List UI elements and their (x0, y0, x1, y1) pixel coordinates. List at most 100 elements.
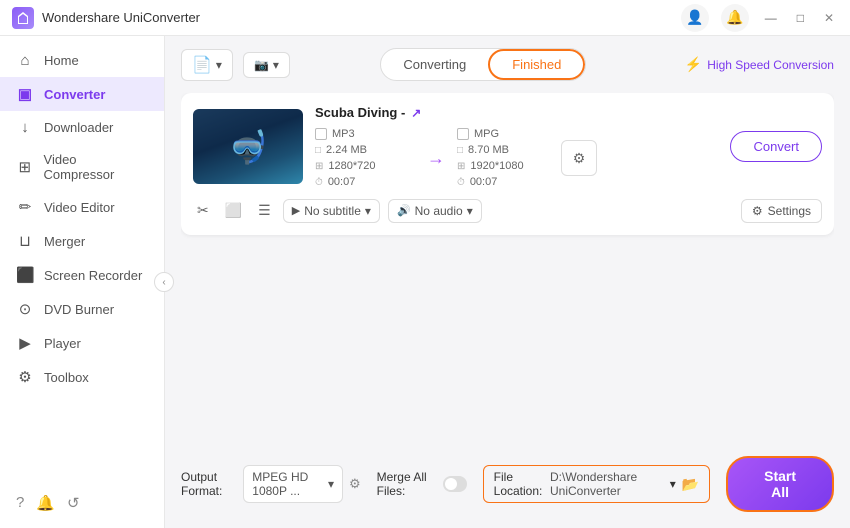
sidebar-item-downloader[interactable]: ↓ Downloader (0, 111, 164, 144)
snapshot-icon: 📷 (254, 58, 269, 72)
high-speed-conversion-button[interactable]: ⚡ High Speed Conversion (685, 56, 834, 73)
sidebar-item-converter[interactable]: ▣ Converter (0, 77, 164, 111)
toolbox-icon: ⚙ (16, 368, 34, 386)
subtitle-chevron: ▾ (365, 204, 371, 218)
sidebar-item-screen-recorder[interactable]: ⬛ Screen Recorder (0, 258, 164, 292)
compressor-icon: ⊞ (16, 158, 34, 176)
video-thumbnail: 🤿 (193, 109, 303, 184)
sidebar-label-dvd: DVD Burner (44, 302, 114, 317)
recorder-icon: ⬛ (16, 266, 34, 284)
merge-files-container: Merge All Files: (377, 470, 467, 498)
bottom-bar: Output Format: MPEG HD 1080P ... ▾ ⚙ Mer… (181, 446, 834, 516)
user-icon[interactable]: 👤 (681, 4, 709, 32)
downloader-icon: ↓ (16, 119, 34, 136)
sidebar-item-toolbox[interactable]: ⚙ Toolbox (0, 360, 164, 394)
crop-icon[interactable]: ⬜ (221, 198, 246, 223)
sidebar-label-toolbox: Toolbox (44, 370, 89, 385)
thumbnail-image: 🤿 (228, 128, 268, 166)
sidebar-item-merger[interactable]: ⊔ Merger (0, 224, 164, 258)
minimize-button[interactable]: — (761, 11, 781, 25)
target-format-checkbox (457, 128, 469, 140)
sidebar-collapse-button[interactable]: ‹ (154, 272, 174, 292)
audio-select[interactable]: 🔊 No audio ▾ (388, 199, 482, 223)
output-format-label: Output Format: (181, 470, 237, 498)
format-settings-icon[interactable]: ⚙ (349, 476, 361, 492)
audio-chevron: ▾ (467, 204, 473, 218)
audio-icon: 🔊 (397, 204, 411, 217)
sidebar-item-dvd-burner[interactable]: ⊙ DVD Burner (0, 292, 164, 326)
window-controls: 👤 🔔 — □ ✕ (681, 4, 838, 32)
convert-arrow-icon: → (427, 148, 445, 169)
file-location-path: D:\Wondershare UniConverter (550, 470, 664, 498)
player-icon: ▶ (16, 334, 34, 352)
settings-label: Settings (768, 204, 811, 218)
add-icon: 📄 (192, 55, 212, 75)
subtitle-icon: ▶ (292, 204, 300, 217)
subtitle-select[interactable]: ▶ No subtitle ▾ (283, 199, 380, 223)
format-chevron: ▾ (328, 477, 334, 491)
source-duration: ⏱ 00:07 (315, 176, 415, 188)
bell-icon[interactable]: 🔔 (721, 4, 749, 32)
merge-toggle[interactable] (443, 476, 467, 492)
sidebar-label-recorder: Screen Recorder (44, 268, 142, 283)
converter-icon: ▣ (16, 85, 34, 103)
app-title: Wondershare UniConverter (42, 10, 681, 25)
file-location-container: File Location: D:\Wondershare UniConvert… (483, 465, 711, 503)
more-icon[interactable]: ☰ (254, 198, 275, 223)
clock-icon: ⏱ (315, 177, 323, 188)
target-format: MPG (457, 128, 557, 140)
tab-group: Converting Finished (380, 48, 586, 81)
sidebar-item-video-compressor[interactable]: ⊞ Video Compressor (0, 144, 164, 190)
tab-converting[interactable]: Converting (381, 49, 488, 80)
sidebar-label-downloader: Downloader (44, 120, 113, 135)
dvd-icon: ⊙ (16, 300, 34, 318)
subtitle-label: No subtitle (304, 204, 361, 218)
help-icon[interactable]: ? (16, 494, 24, 512)
path-chevron: ▾ (670, 477, 676, 491)
convert-button[interactable]: Convert (730, 131, 822, 162)
start-all-button[interactable]: Start All (726, 456, 834, 512)
edit-settings-button[interactable]: ⚙ (561, 140, 597, 176)
source-resolution: ⊞ 1280*720 (315, 160, 415, 172)
audio-label: No audio (415, 204, 463, 218)
target-res-icon: ⊞ (457, 161, 465, 172)
add-files-button[interactable]: 📄 ▾ (181, 49, 233, 81)
main-content: 📄 ▾ 📷 ▾ Converting Finished ⚡ High Speed… (165, 36, 850, 528)
media-controls-row: ✂ ⬜ ☰ ▶ No subtitle ▾ 🔊 No audio ▾ ⚙ (193, 198, 822, 223)
media-card-main-row: 🤿 Scuba Diving - ↗ MP3 (193, 105, 822, 188)
titlebar: Wondershare UniConverter 👤 🔔 — □ ✕ (0, 0, 850, 36)
snapshot-button[interactable]: 📷 ▾ (243, 52, 290, 78)
sidebar-item-player[interactable]: ▶ Player (0, 326, 164, 360)
content-area: 🤿 Scuba Diving - ↗ MP3 (181, 93, 834, 446)
file-location-label: File Location: (494, 470, 544, 498)
target-meta: MPG □ 8.70 MB ⊞ 1920*1080 (457, 128, 557, 188)
tab-finished[interactable]: Finished (488, 49, 585, 80)
sidebar-label-compressor: Video Compressor (44, 152, 148, 182)
target-resolution: ⊞ 1920*1080 (457, 160, 557, 172)
sidebar-label-merger: Merger (44, 234, 85, 249)
settings-button[interactable]: ⚙ Settings (741, 199, 822, 223)
editor-icon: ✏ (16, 198, 34, 216)
app-body: ⌂ Home ▣ Converter ↓ Downloader ⊞ Video … (0, 36, 850, 528)
output-format-select[interactable]: MPEG HD 1080P ... ▾ (243, 465, 343, 503)
source-meta: MP3 □ 2.24 MB ⊞ 1280*720 (315, 128, 415, 188)
app-logo (12, 7, 34, 29)
sidebar-item-video-editor[interactable]: ✏ Video Editor (0, 190, 164, 224)
cut-icon[interactable]: ✂ (193, 198, 213, 223)
notification-icon[interactable]: 🔔 (36, 494, 55, 512)
external-link-icon[interactable]: ↗ (411, 106, 421, 120)
media-card: 🤿 Scuba Diving - ↗ MP3 (181, 93, 834, 235)
output-format-container: Output Format: MPEG HD 1080P ... ▾ ⚙ (181, 465, 361, 503)
sidebar-label-converter: Converter (44, 87, 105, 102)
maximize-button[interactable]: □ (793, 11, 808, 25)
open-folder-icon[interactable]: 📂 (682, 476, 699, 493)
snapshot-arrow: ▾ (273, 58, 279, 72)
res-icon: ⊞ (315, 161, 323, 172)
sidebar-item-home[interactable]: ⌂ Home (0, 44, 164, 77)
file-title: Scuba Diving - ↗ (315, 105, 718, 120)
refresh-icon[interactable]: ↺ (67, 494, 80, 512)
format-checkbox (315, 128, 327, 140)
format-value: MPEG HD 1080P ... (252, 470, 324, 498)
file-meta-row: MP3 □ 2.24 MB ⊞ 1280*720 (315, 128, 718, 188)
close-button[interactable]: ✕ (820, 11, 838, 25)
